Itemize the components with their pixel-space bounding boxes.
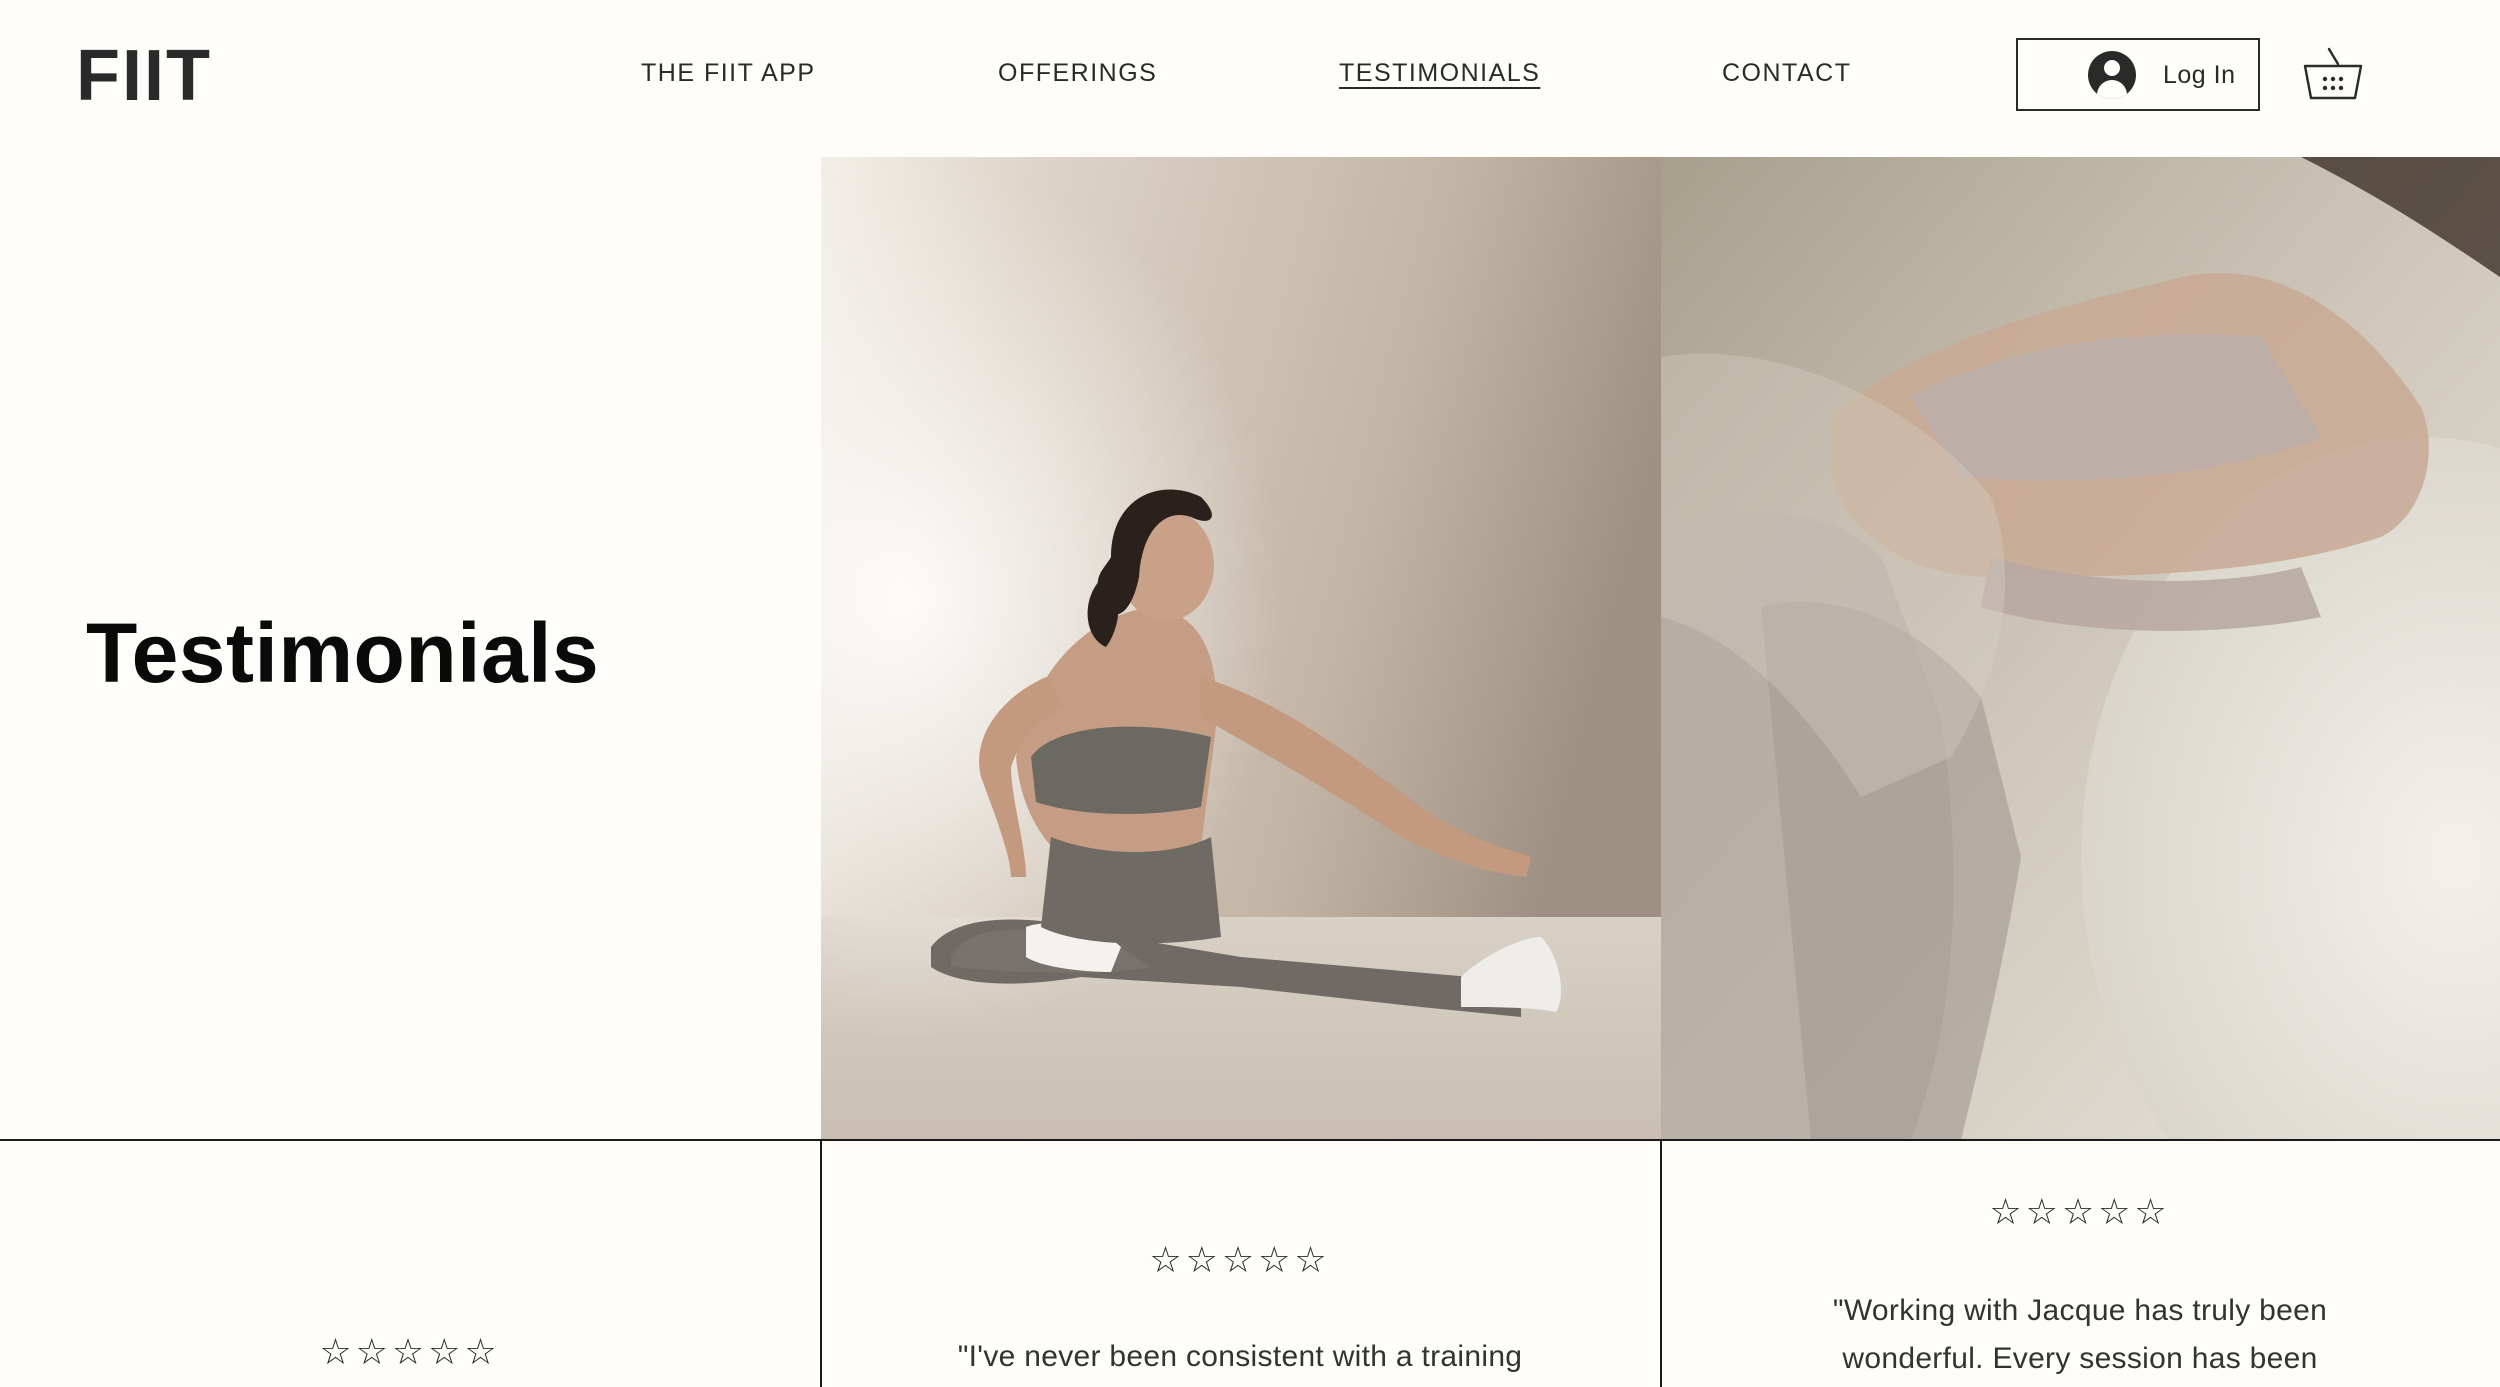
basket-icon[interactable] [2302, 46, 2364, 102]
testimonials-grid: ☆☆☆☆☆ ☆☆☆☆☆ "I've never been consistent … [0, 1139, 2500, 1387]
nav-item-fiit-app[interactable]: THE FIIT APP [641, 58, 816, 88]
rating-stars: ☆☆☆☆☆ [319, 1332, 501, 1373]
site-header: FIIT THE FIIT APP OFFERINGS TESTIMONIALS… [0, 0, 2500, 157]
user-avatar-icon [2088, 51, 2136, 99]
hero-title-panel: Testimonials [0, 157, 821, 1140]
nav-item-contact[interactable]: CONTACT [1722, 58, 1851, 88]
login-label: Log In [2163, 61, 2236, 89]
column-divider [1660, 1141, 1662, 1387]
site-logo[interactable]: FIIT [76, 40, 212, 112]
rating-stars: ☆☆☆☆☆ [1989, 1192, 2171, 1233]
woman-exercise-ball-photo [1661, 157, 2500, 1140]
column-divider [820, 1141, 822, 1387]
woman-stretching-photo [821, 157, 1661, 1140]
page-title: Testimonials [86, 606, 600, 700]
login-button[interactable]: Log In [2016, 38, 2260, 111]
nav-item-offerings[interactable]: OFFERINGS [998, 58, 1157, 88]
nav-item-testimonials[interactable]: TESTIMONIALS [1339, 58, 1540, 88]
rating-stars: ☆☆☆☆☆ [1149, 1240, 1331, 1281]
testimonial-quote: "I've never been consistent with a train… [957, 1340, 1523, 1373]
testimonial-quote: "Working with Jacque has truly been wond… [1832, 1294, 2328, 1375]
